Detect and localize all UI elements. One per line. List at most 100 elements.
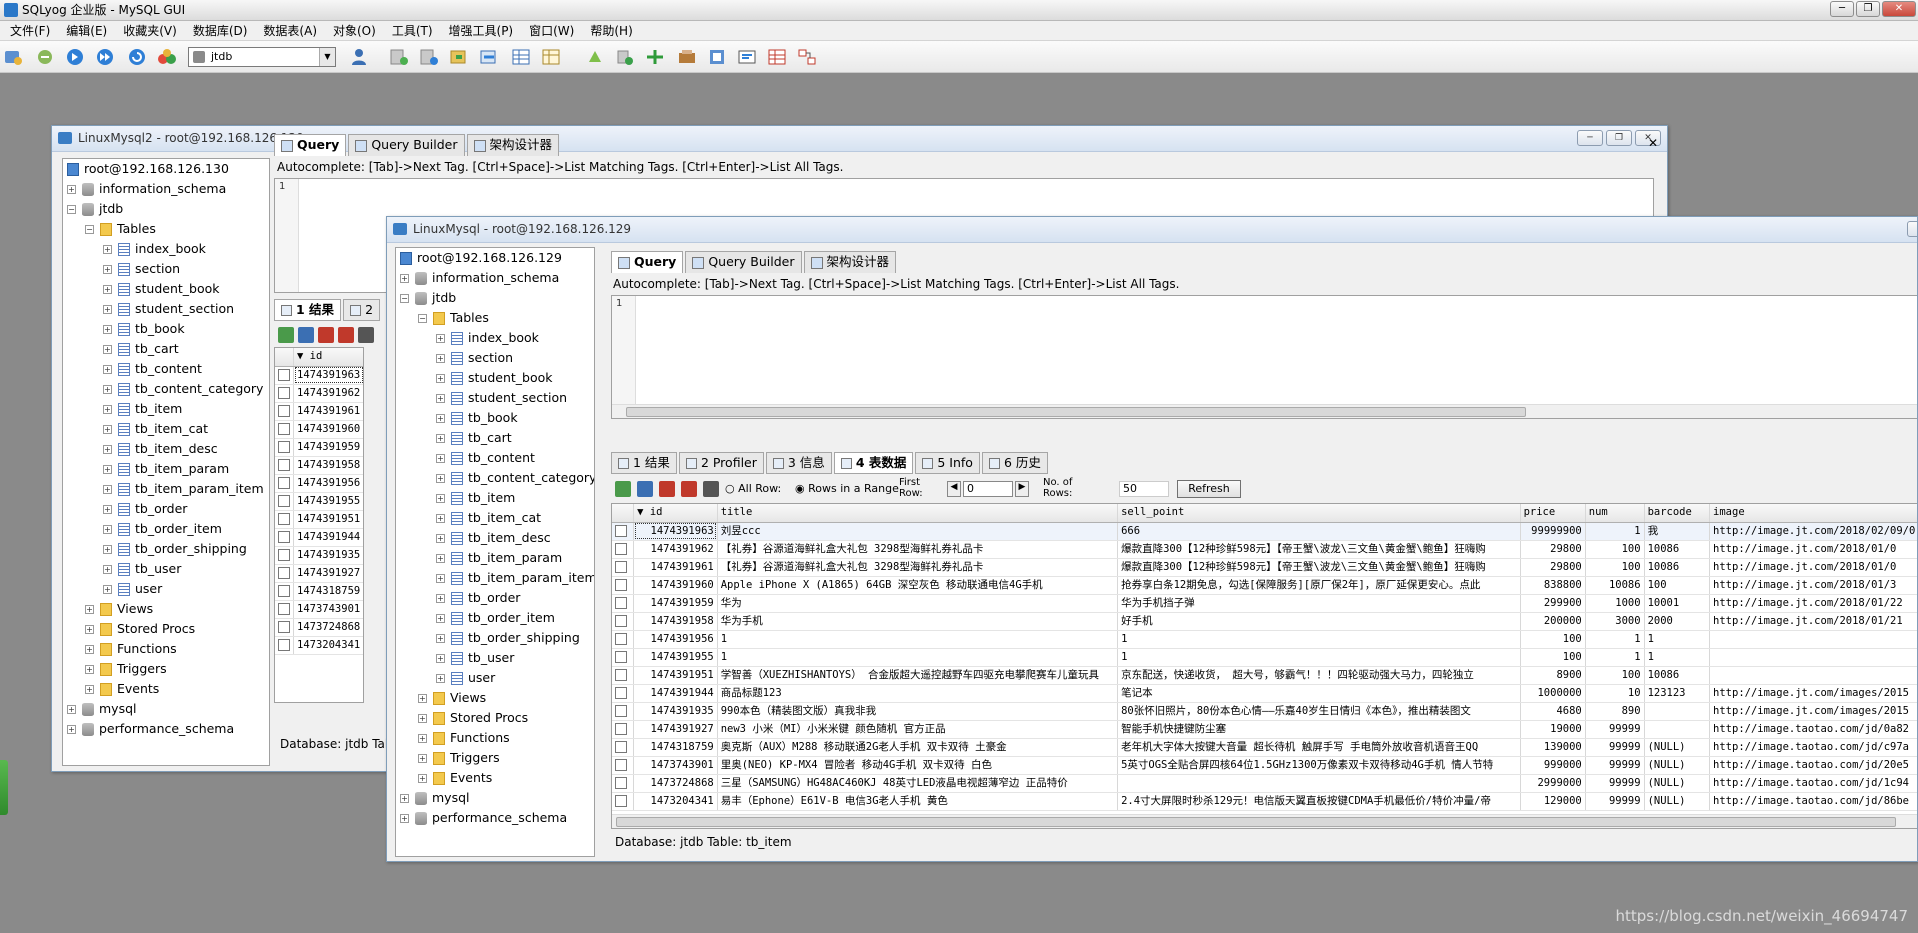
rows-in-range-radio[interactable]: ◉ Rows in a Range (795, 482, 899, 495)
log-icon[interactable] (736, 47, 758, 67)
execute-query-icon[interactable] (64, 47, 86, 67)
expand-icon[interactable]: + (436, 574, 445, 583)
delete-row-icon[interactable] (659, 481, 675, 497)
table-row[interactable]: 1474391963 刘昱ccc 666 99999900 1 我 http://image… (612, 522, 1917, 541)
cell-barcode[interactable]: 1 (1644, 630, 1711, 649)
chevron-down-icon[interactable]: ▼ (319, 48, 335, 66)
cell-id[interactable]: 1474318759 (633, 738, 718, 757)
tree-table-tb-item-param[interactable]: + tb_item_param (436, 548, 562, 568)
cell-title[interactable]: 奥克斯（AUX）M288 移动联通2G老人手机 双卡双待 土豪金 (717, 738, 1119, 757)
expand-icon[interactable]: + (103, 565, 112, 574)
schema-designer-icon[interactable] (796, 47, 818, 67)
cell-image[interactable] (1709, 648, 1917, 667)
cell-id[interactable]: 1474391958 (633, 612, 718, 631)
expand-icon[interactable]: + (436, 654, 445, 663)
tab-query[interactable]: Query (274, 134, 347, 156)
tree-db-jtdb[interactable]: − jtdb (67, 199, 123, 219)
cell-id[interactable]: 1474391956 (293, 474, 363, 493)
expand-icon[interactable]: + (103, 265, 112, 274)
cell-barcode[interactable]: 2000 (1644, 612, 1711, 631)
menu-object[interactable]: 对象(O) (325, 21, 384, 40)
tree-table-student-book[interactable]: + student_book (436, 368, 553, 388)
cell-id[interactable]: 1473204341 (633, 792, 718, 811)
row-checkbox[interactable] (278, 566, 290, 579)
delete-all-icon[interactable] (681, 481, 697, 497)
tree-table-tb-item-param-item[interactable]: + tb_item_param_item (103, 479, 264, 499)
table-row[interactable]: 1474391960 Apple iPhone X (A1865) 64GB 深空… (612, 576, 1917, 595)
expand-icon[interactable]: + (103, 345, 112, 354)
cell-image[interactable]: http://image.taotao.com/jd/86be (1709, 792, 1917, 811)
cell-price[interactable]: 1000000 (1520, 684, 1586, 703)
collapse-icon[interactable]: − (67, 205, 76, 214)
table-row[interactable]: 1474391961 (275, 402, 363, 421)
cell-title[interactable]: 1 (717, 648, 1119, 667)
expand-icon[interactable]: + (85, 605, 94, 614)
tree-table-tb-content[interactable]: + tb_content (103, 359, 202, 379)
tree-table-index-book[interactable]: + index_book (103, 239, 206, 259)
cell-num[interactable]: 100 (1585, 540, 1645, 559)
cell-barcode[interactable]: (NULL) (1644, 756, 1711, 775)
row-checkbox[interactable] (615, 686, 627, 699)
row-checkbox[interactable] (278, 584, 290, 597)
cell-title[interactable]: 华为 (717, 594, 1119, 613)
tree-table-tb-content-category[interactable]: + tb_content_category (436, 468, 594, 488)
cell-price[interactable]: 129000 (1520, 792, 1586, 811)
new-connection-icon[interactable] (2, 47, 24, 67)
tree-folder-views[interactable]: + Views (418, 688, 486, 708)
grid-view-icon[interactable] (766, 47, 788, 67)
expand-icon[interactable]: + (418, 694, 427, 703)
expand-icon[interactable]: + (418, 774, 427, 783)
cell-barcode[interactable]: (NULL) (1644, 774, 1711, 793)
expand-icon[interactable]: + (103, 305, 112, 314)
cell-num[interactable]: 99999 (1585, 756, 1645, 775)
tree-table-section[interactable]: + section (436, 348, 513, 368)
table-row[interactable]: 1474391956 (275, 474, 363, 493)
restore-icon[interactable] (418, 47, 440, 67)
cell-id[interactable]: 1474391962 (633, 540, 718, 559)
tab-query-builder[interactable]: Query Builder (685, 251, 802, 273)
row-checkbox[interactable] (615, 722, 627, 735)
cell-id[interactable]: 1474391962 (293, 384, 363, 403)
expand-icon[interactable]: + (418, 714, 427, 723)
database-selector[interactable]: jtdb ▼ (188, 47, 336, 67)
expand-icon[interactable]: + (103, 405, 112, 414)
user-manager-icon[interactable] (350, 47, 372, 67)
cell-barcode[interactable]: (NULL) (1644, 738, 1711, 757)
cell-sell-point[interactable]: 笔记本 (1117, 684, 1521, 703)
cell-sell-point[interactable]: 1 (1117, 648, 1521, 667)
cell-title[interactable]: 1 (717, 630, 1119, 649)
tab-profiler[interactable]: 2 Profiler (678, 452, 764, 474)
designer-icon[interactable] (540, 47, 562, 67)
tree-folder-stored-procs[interactable]: + Stored Procs (85, 619, 195, 639)
cell-num[interactable]: 1 (1585, 630, 1645, 649)
cell-price[interactable]: 29800 (1520, 540, 1586, 559)
cell-barcode[interactable]: 10086 (1644, 540, 1711, 559)
cell-id[interactable]: 1474391956 (633, 630, 718, 649)
cell-price[interactable]: 838800 (1520, 576, 1586, 595)
row-checkbox[interactable] (615, 542, 627, 555)
tree-table-tb-item-cat[interactable]: + tb_item_cat (103, 419, 208, 439)
cell-id[interactable]: 1474391935 (633, 702, 718, 721)
cell-num[interactable]: 10086 (1585, 576, 1645, 595)
restore-button[interactable]: ❐ (1606, 130, 1632, 146)
refresh-button[interactable]: Refresh (1177, 480, 1241, 498)
cell-sell-point[interactable]: 爆款直降300【12种珍鲜598元】【帝王蟹\波龙\三文鱼\黄金蟹\鲍鱼】狂嗨购 (1117, 540, 1521, 559)
tree-server[interactable]: root@192.168.126.129 (400, 248, 562, 268)
cell-price[interactable]: 2999000 (1520, 774, 1586, 793)
column-header-price[interactable]: price (1520, 504, 1586, 523)
tab-result-1[interactable]: 1 结果 (274, 299, 342, 321)
expand-icon[interactable]: + (436, 614, 445, 623)
row-checkbox[interactable] (615, 668, 627, 681)
tab-schema-designer[interactable]: 架构设计器 (803, 251, 897, 273)
row-checkbox[interactable] (278, 476, 290, 489)
tree-table-tb-item-param[interactable]: + tb_item_param (103, 459, 229, 479)
cell-barcode[interactable]: 123123 (1644, 684, 1711, 703)
tree-table-tb-order-shipping[interactable]: + tb_order_shipping (436, 628, 580, 648)
row-checkbox[interactable] (615, 524, 627, 537)
tree-table-tb-cart[interactable]: + tb_cart (436, 428, 512, 448)
expand-icon[interactable]: + (85, 665, 94, 674)
cell-sell-point[interactable]: 666 (1117, 522, 1521, 541)
cell-id[interactable]: 1474391960 (293, 420, 363, 439)
cell-image[interactable]: http://image.jt.com/images/2015 (1709, 702, 1917, 721)
cell-sell-point[interactable]: 爆款直降300【12种珍鲜598元】【帝王蟹\波龙\三文鱼\黄金蟹\鲍鱼】狂嗨购 (1117, 558, 1521, 577)
